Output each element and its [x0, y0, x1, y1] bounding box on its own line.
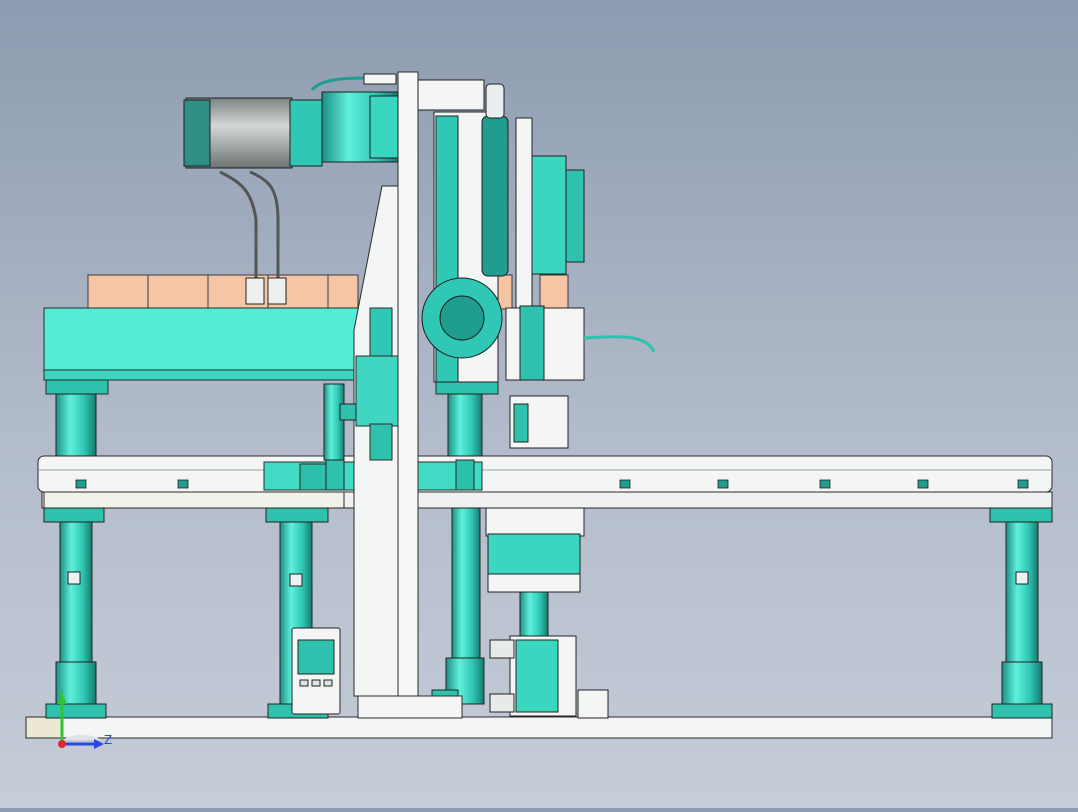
leg-left-outer: [43, 393, 107, 719]
servo-motor: [183, 73, 399, 169]
leg-right: [989, 507, 1053, 719]
motor-cables: [219, 170, 280, 290]
leg-center: [431, 393, 485, 719]
gripper-sensor-block: [505, 305, 656, 449]
main-linear-rail: [37, 455, 1053, 509]
belt-drive-assembly: [417, 79, 509, 383]
cad-viewport[interactable]: Y Z: [0, 0, 1078, 808]
lift-cylinder-stack: [485, 507, 609, 719]
axis-label-y: Y: [56, 689, 65, 703]
pressure-switch-display: [291, 627, 341, 715]
machine-assembly-drawing: Y Z: [25, 71, 1053, 749]
axis-label-z: Z: [104, 733, 112, 747]
base-plate: [25, 716, 1053, 739]
